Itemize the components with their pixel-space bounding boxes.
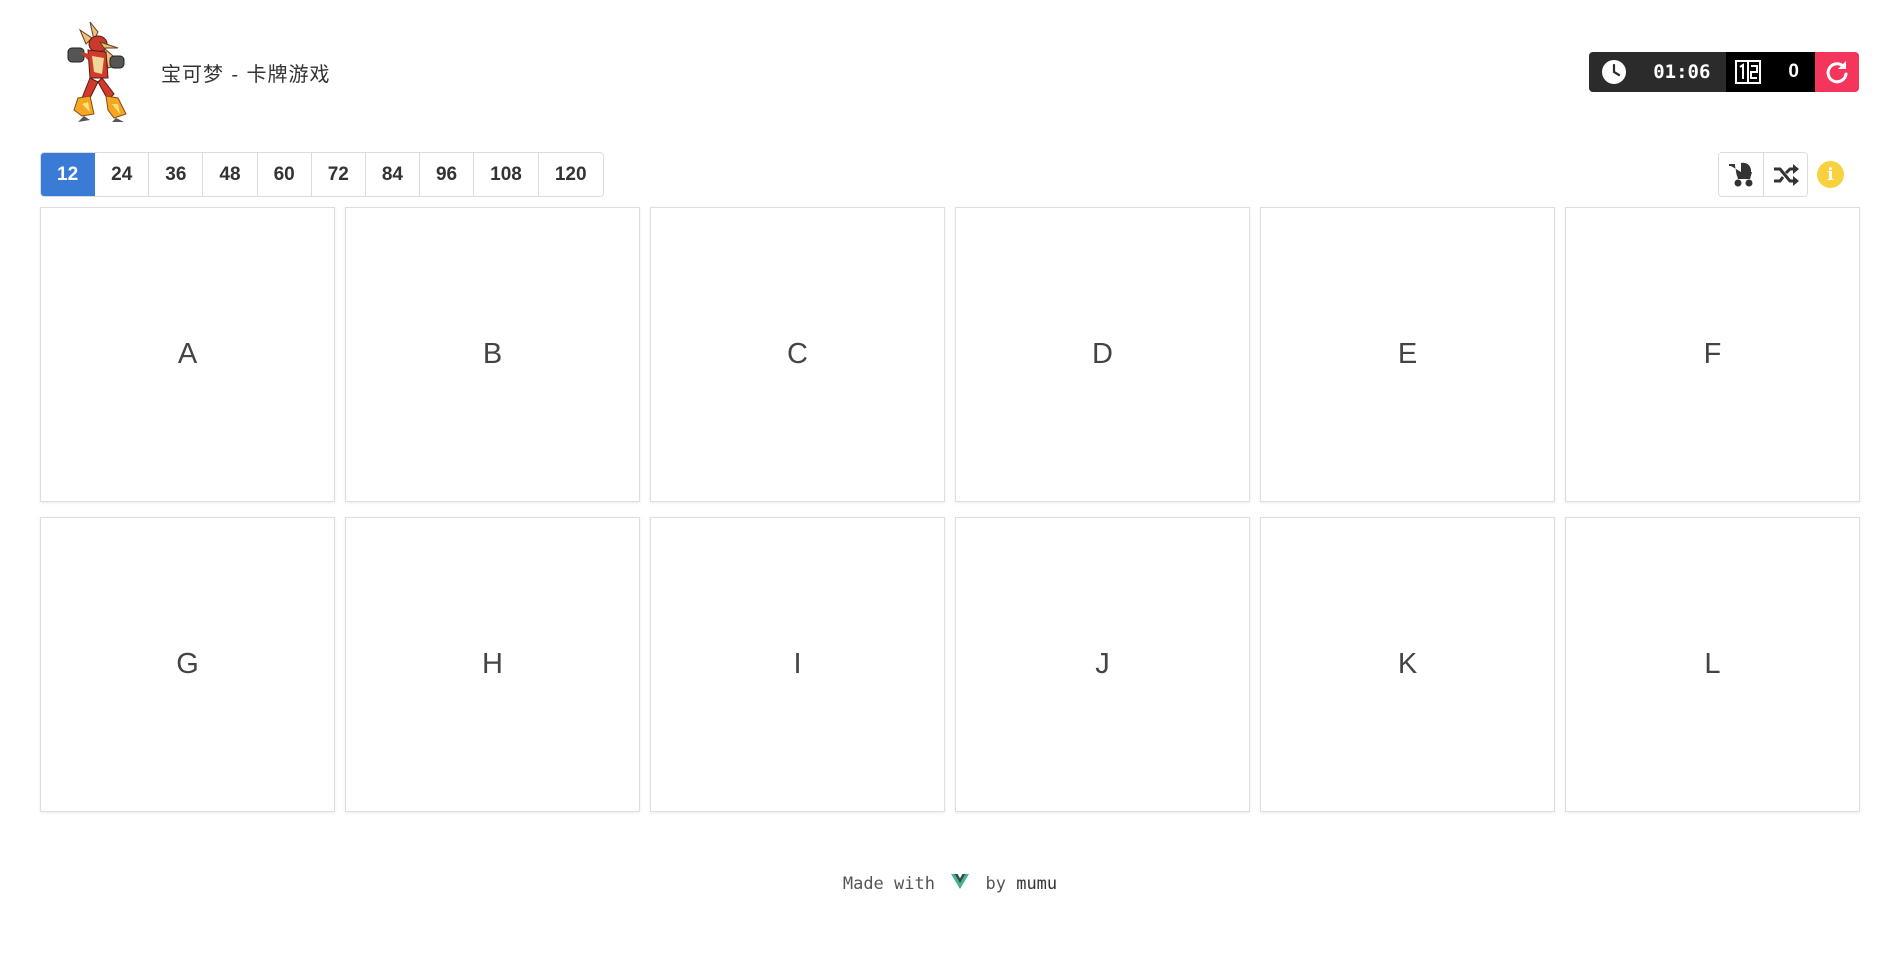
steps-display: 0	[1726, 52, 1815, 92]
card[interactable]: C	[650, 207, 945, 502]
timer-display: 01:06	[1589, 52, 1727, 92]
shuffle-icon	[1773, 163, 1799, 186]
steps-value: 0	[1788, 61, 1799, 82]
step-counter-icon	[1726, 52, 1770, 92]
info-icon: i	[1827, 164, 1834, 185]
redo-icon	[1826, 61, 1848, 84]
level-button-36[interactable]: 36	[149, 153, 204, 196]
card[interactable]: G	[40, 517, 335, 812]
card[interactable]: J	[955, 517, 1250, 812]
app-header: 宝可梦 - 卡牌游戏 01:06 0	[0, 0, 1900, 145]
timer-value: 01:06	[1653, 61, 1711, 83]
level-button-120[interactable]: 120	[538, 153, 603, 196]
level-selector: 12 24 36 48 60 72 84 96 108 120	[40, 152, 604, 197]
app-title: 宝可梦 - 卡牌游戏	[161, 62, 331, 86]
level-button-84[interactable]: 84	[365, 153, 420, 196]
card-label: C	[787, 338, 808, 370]
footer-prefix: Made with	[842, 874, 935, 894]
card[interactable]: A	[40, 207, 335, 502]
level-button-48[interactable]: 48	[203, 153, 258, 196]
tool-buttons	[1718, 152, 1808, 197]
card-label: G	[176, 648, 199, 680]
card-label: H	[482, 648, 503, 680]
card-label: F	[1703, 338, 1722, 370]
card-label: L	[1704, 648, 1721, 680]
card-label: A	[177, 338, 198, 370]
level-button-12[interactable]: 12	[41, 153, 96, 196]
card[interactable]: K	[1260, 517, 1555, 812]
card-grid: A B C D E F G H I J K L	[40, 207, 1860, 812]
card[interactable]: I	[650, 517, 945, 812]
level-button-60[interactable]: 60	[257, 153, 312, 196]
game-status-bar: 01:06 0	[1589, 52, 1859, 92]
card-label: I	[793, 648, 802, 680]
footer-suffix: by	[985, 874, 1006, 894]
card-label: D	[1092, 338, 1113, 370]
level-button-108[interactable]: 108	[474, 153, 539, 196]
card[interactable]: L	[1565, 517, 1860, 812]
info-button[interactable]: i	[1817, 161, 1844, 188]
card-label: J	[1095, 648, 1110, 680]
card-label: B	[482, 338, 503, 370]
vue-logo-icon	[951, 874, 970, 894]
footer: Made with by mumu	[0, 874, 1900, 894]
card-label: E	[1397, 338, 1418, 370]
level-button-72[interactable]: 72	[311, 153, 366, 196]
card[interactable]: D	[955, 207, 1250, 502]
easy-mode-button[interactable]	[1719, 153, 1763, 196]
level-button-24[interactable]: 24	[95, 153, 150, 196]
card[interactable]: F	[1565, 207, 1860, 502]
card[interactable]: E	[1260, 207, 1555, 502]
pokemon-logo-icon	[60, 18, 144, 122]
card[interactable]: H	[345, 517, 640, 812]
baby-carriage-icon	[1729, 162, 1753, 186]
shuffle-button[interactable]	[1763, 153, 1807, 196]
clock-icon	[1589, 52, 1639, 92]
author-link[interactable]: mumu	[1016, 874, 1057, 894]
card[interactable]: B	[345, 207, 640, 502]
restart-button[interactable]	[1815, 52, 1859, 92]
level-button-96[interactable]: 96	[419, 153, 475, 196]
card-label: K	[1397, 648, 1418, 680]
